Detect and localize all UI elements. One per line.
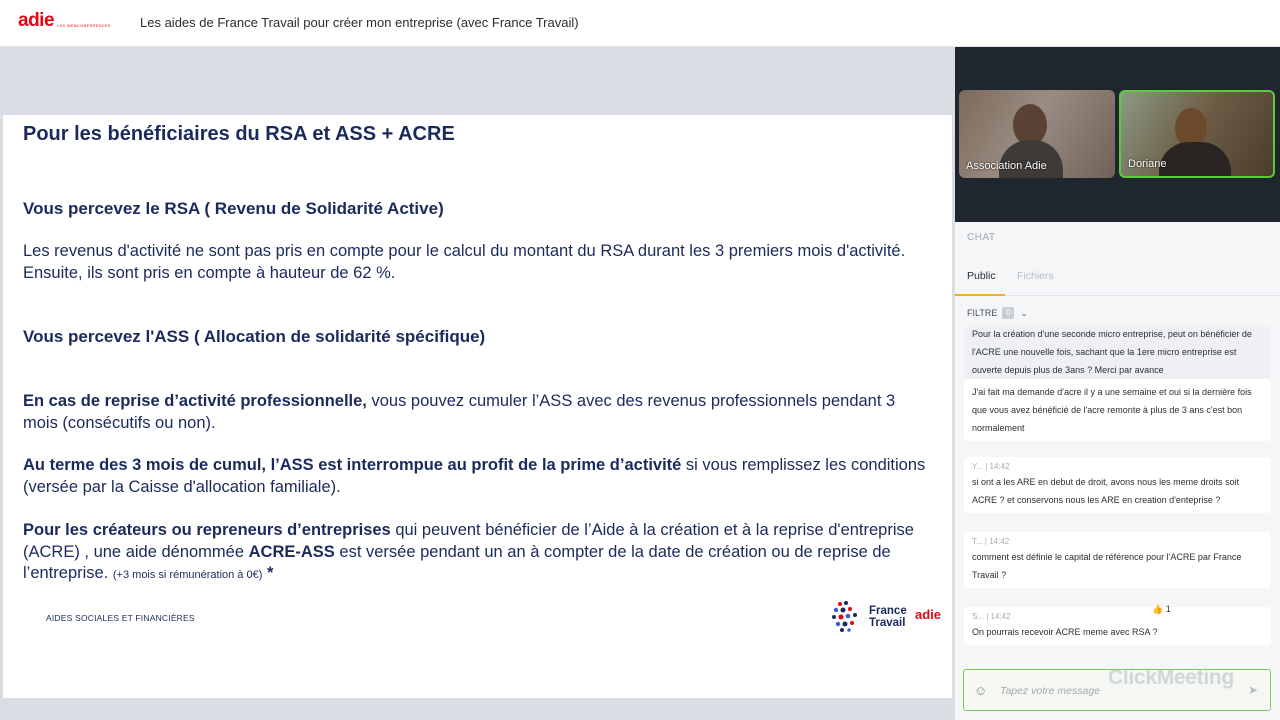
chat-messages[interactable]: Pour la création d'une seconde micro ent…: [955, 327, 1280, 657]
presentation-slide: Pour les bénéficiaires du RSA et ASS + A…: [3, 115, 952, 698]
ass-paragraph-2: Au terme des 3 mois de cumul, l’ASS est …: [23, 455, 928, 498]
tab-files[interactable]: Fichiers: [1017, 270, 1054, 282]
brand-subtitle: LES WEBCONFÉRENCES: [57, 23, 111, 28]
rsa-heading: Vous percevez le RSA ( Revenu de Solidar…: [23, 199, 444, 218]
video-area: Association Adie Doriane: [955, 47, 1280, 222]
video-tile-association-adie[interactable]: Association Adie: [959, 90, 1115, 178]
clickmeeting-watermark: ClickMeeting: [1108, 666, 1234, 689]
slide-footer: AIDES SOCIALES ET FINANCIÈRES: [46, 613, 195, 623]
ass-paragraph-3-bold: Pour les créateurs ou repreneurs d’entre…: [23, 521, 391, 539]
side-panel: Association Adie Doriane CHAT Public Fic…: [955, 47, 1280, 720]
emoji-icon[interactable]: ☺: [974, 683, 987, 698]
chevron-down-icon[interactable]: ⌄: [1020, 308, 1028, 319]
message-input[interactable]: Tapez votre message: [1000, 685, 1100, 697]
ass-heading: Vous percevez l'ASS ( Allocation de soli…: [23, 327, 486, 346]
ass-paragraph-1: En cas de reprise d’activité professionn…: [23, 391, 928, 434]
chat-message-meta: Y... | 14:42: [972, 462, 1010, 471]
ass-paragraph-2-bold: Au terme des 3 mois de cumul, l’ASS est …: [23, 456, 682, 474]
ass-paragraph-1-bold: En cas de reprise d’activité professionn…: [23, 392, 367, 410]
chat-message-meta: S... | 14:42: [972, 612, 1011, 621]
chat-message: T... | 14:42 comment est définie le capi…: [964, 532, 1271, 588]
ass-paragraph-3: Pour les créateurs ou repreneurs d’entre…: [23, 520, 928, 587]
participant-body: [999, 140, 1063, 178]
ass-paragraph-3-note: (+3 mois si rémunération à 0€): [112, 569, 263, 581]
chat-message: Y... | 14:42 si ont a les ARE en debut d…: [964, 457, 1271, 513]
message-reaction[interactable]: 👍 1: [1152, 604, 1171, 615]
chat-message-text: comment est définie le capital de référe…: [972, 552, 1242, 580]
chat-message-text: On pourrais recevoir ACRE meme avec RSA …: [972, 627, 1158, 637]
participant-body: [1159, 142, 1231, 176]
tab-public[interactable]: Public: [967, 270, 996, 282]
send-icon[interactable]: ➤: [1248, 683, 1258, 697]
chat-filter[interactable]: FILTRE 0 ⌄: [967, 307, 1028, 319]
video-tile-doriane[interactable]: Doriane: [1119, 90, 1275, 178]
chat-message: S... | 14:42 On pourrais recevoir ACRE m…: [964, 607, 1271, 645]
webinar-title: Les aides de France Travail pour créer m…: [140, 15, 579, 30]
france-travail-line-1: France: [869, 605, 907, 617]
presentation-area: Pour les bénéficiaires du RSA et ASS + A…: [0, 47, 955, 720]
slide-title: Pour les bénéficiaires du RSA et ASS + A…: [23, 123, 455, 145]
france-travail-wordmark: France Travail: [869, 605, 907, 629]
chat-message-text: si ont a les ARE en debut de droit, avon…: [972, 477, 1240, 505]
chat-message: J'ai fait ma demande d'acre il y a une s…: [964, 379, 1271, 441]
participant-name: Association Adie: [966, 160, 1047, 172]
brand-logo: adie LES WEBCONFÉRENCES: [18, 11, 111, 31]
participant-name: Doriane: [1128, 158, 1167, 170]
acre-ass-label: ACRE-ASS: [248, 542, 335, 561]
brand-name: adie: [18, 10, 55, 31]
chat-message-text: J'ai fait ma demande d'acre il y a une s…: [972, 387, 1252, 433]
adie-slide-logo: adie: [915, 607, 942, 622]
chat-tabs: Public Fichiers: [955, 264, 1280, 296]
chat-section-label: CHAT: [967, 232, 996, 243]
chat-message: Pour la création d'une seconde micro ent…: [964, 327, 1271, 383]
top-bar: adie LES WEBCONFÉRENCES Les aides de Fra…: [0, 0, 1280, 47]
footnote-star: *: [266, 564, 274, 582]
filter-label: FILTRE: [967, 308, 998, 318]
france-travail-line-2: Travail: [869, 617, 906, 629]
rsa-text: Les revenus d'activité ne sont pas pris …: [23, 242, 906, 282]
filter-count-badge: 0: [1002, 307, 1015, 319]
active-tab-indicator: [955, 294, 1005, 296]
chat-message-text: Pour la création d'une seconde micro ent…: [972, 329, 1252, 375]
chat-message-meta: T... | 14:42: [972, 537, 1010, 546]
